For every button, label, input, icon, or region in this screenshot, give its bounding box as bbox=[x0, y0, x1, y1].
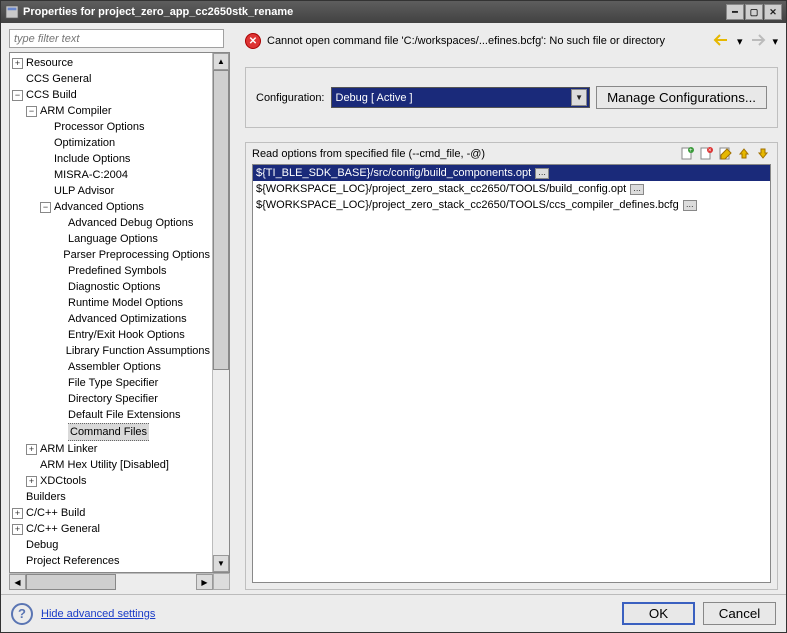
move-down-icon[interactable] bbox=[756, 146, 771, 161]
footer-bar: ? Hide advanced settings OK Cancel bbox=[1, 594, 786, 632]
cancel-button[interactable]: Cancel bbox=[703, 602, 776, 625]
ok-button[interactable]: OK bbox=[622, 602, 695, 625]
tree-item-selected[interactable]: Command Files bbox=[68, 423, 149, 441]
close-button[interactable]: ✕ bbox=[764, 4, 782, 20]
minimize-button[interactable]: ━ bbox=[726, 4, 744, 20]
list-label: Read options from specified file (--cmd_… bbox=[252, 148, 676, 160]
tree-item[interactable]: File Type Specifier bbox=[68, 375, 158, 391]
scroll-left-icon[interactable]: ◀ bbox=[9, 574, 26, 590]
tree-item[interactable]: Debug bbox=[26, 537, 58, 553]
manage-configurations-button[interactable]: Manage Configurations... bbox=[596, 86, 767, 109]
browse-button[interactable]: … bbox=[535, 168, 549, 179]
add-file-icon[interactable]: + bbox=[680, 146, 695, 161]
tree-item[interactable]: MISRA-C:2004 bbox=[54, 167, 128, 183]
tree-item[interactable]: Library Function Assumptions bbox=[66, 343, 210, 359]
vertical-scrollbar[interactable]: ▲ ▼ bbox=[212, 53, 229, 572]
tree-item[interactable]: C/C++ General bbox=[26, 521, 100, 537]
tree-item[interactable]: Processor Options bbox=[54, 119, 144, 135]
expand-icon[interactable]: + bbox=[12, 508, 23, 519]
browse-button[interactable]: … bbox=[683, 200, 697, 211]
forward-dropdown-icon[interactable]: ▾ bbox=[772, 35, 778, 48]
hide-advanced-link[interactable]: Hide advanced settings bbox=[41, 608, 155, 620]
scroll-thumb[interactable] bbox=[26, 574, 116, 590]
maximize-button[interactable]: ▢ bbox=[745, 4, 763, 20]
tree-item[interactable]: Advanced Optimizations bbox=[68, 311, 187, 327]
tree-item[interactable]: Builders bbox=[26, 489, 66, 505]
tree-item[interactable]: Default File Extensions bbox=[68, 407, 181, 423]
tree-item[interactable]: Include Options bbox=[54, 151, 130, 167]
resize-grip bbox=[213, 573, 230, 590]
tree-item[interactable]: Project References bbox=[26, 553, 120, 569]
expand-icon[interactable]: + bbox=[26, 444, 37, 455]
tree-item[interactable]: C/C++ Build bbox=[26, 505, 85, 521]
list-item[interactable]: ${WORKSPACE_LOC}/project_zero_stack_cc26… bbox=[253, 197, 770, 213]
tree-item[interactable]: CCS Build bbox=[26, 87, 77, 103]
right-panel: ✕ Cannot open command file 'C:/workspace… bbox=[239, 23, 786, 594]
collapse-icon[interactable]: − bbox=[26, 106, 37, 117]
error-icon: ✕ bbox=[245, 33, 261, 49]
tree-item[interactable]: ARM Compiler bbox=[40, 103, 112, 119]
tree-item[interactable]: ULP Advisor bbox=[54, 183, 114, 199]
browse-button[interactable]: … bbox=[630, 184, 644, 195]
tree-item[interactable]: Runtime Model Options bbox=[68, 295, 183, 311]
back-button[interactable] bbox=[713, 33, 731, 50]
filter-input[interactable] bbox=[9, 29, 224, 48]
window-title: Properties for project_zero_app_cc2650st… bbox=[23, 6, 722, 18]
scroll-down-icon[interactable]: ▼ bbox=[213, 555, 229, 572]
list-item[interactable]: ${TI_BLE_SDK_BASE}/src/config/build_comp… bbox=[253, 165, 770, 181]
tree-item[interactable]: ARM Linker bbox=[40, 441, 97, 457]
move-up-icon[interactable] bbox=[737, 146, 752, 161]
tree-item[interactable]: Advanced Debug Options bbox=[68, 215, 193, 231]
list-item[interactable]: ${WORKSPACE_LOC}/project_zero_stack_cc26… bbox=[253, 181, 770, 197]
scroll-right-icon[interactable]: ▶ bbox=[196, 574, 213, 590]
forward-button[interactable] bbox=[748, 33, 766, 50]
properties-tree[interactable]: +Resource CCS General −CCS Build −ARM Co… bbox=[10, 53, 212, 571]
horizontal-scrollbar[interactable]: ◀ ▶ bbox=[9, 573, 213, 590]
left-panel: +Resource CCS General −CCS Build −ARM Co… bbox=[1, 23, 234, 594]
tree-item[interactable]: ARM Hex Utility [Disabled] bbox=[40, 457, 169, 473]
app-icon bbox=[5, 5, 19, 19]
collapse-icon[interactable]: − bbox=[12, 90, 23, 101]
tree-item[interactable]: Language Options bbox=[68, 231, 158, 247]
tree-item[interactable]: Parser Preprocessing Options bbox=[63, 247, 210, 263]
remove-file-icon[interactable]: × bbox=[699, 146, 714, 161]
tree-item[interactable]: Directory Specifier bbox=[68, 391, 158, 407]
configuration-group: Configuration: Debug [ Active ] ▼ Manage… bbox=[245, 67, 778, 128]
tree-item[interactable]: Advanced Options bbox=[54, 199, 144, 215]
dropdown-icon[interactable]: ▼ bbox=[571, 89, 587, 106]
collapse-icon[interactable]: − bbox=[40, 202, 51, 213]
tree-item[interactable]: XDCtools bbox=[40, 473, 86, 489]
command-files-list[interactable]: ${TI_BLE_SDK_BASE}/src/config/build_comp… bbox=[252, 164, 771, 583]
svg-text:+: + bbox=[689, 148, 693, 154]
tree-item[interactable]: CCS General bbox=[26, 71, 91, 87]
configuration-value: Debug [ Active ] bbox=[336, 92, 413, 104]
error-message: Cannot open command file 'C:/workspaces/… bbox=[267, 35, 707, 47]
scroll-up-icon[interactable]: ▲ bbox=[213, 53, 229, 70]
expand-icon[interactable]: + bbox=[26, 476, 37, 487]
tree-item[interactable]: Entry/Exit Hook Options bbox=[68, 327, 185, 343]
list-item-text: ${WORKSPACE_LOC}/project_zero_stack_cc26… bbox=[256, 198, 679, 212]
svg-text:×: × bbox=[708, 148, 712, 154]
list-item-text: ${TI_BLE_SDK_BASE}/src/config/build_comp… bbox=[256, 166, 531, 180]
tree-item[interactable]: Assembler Options bbox=[68, 359, 161, 375]
tree-item[interactable]: Predefined Symbols bbox=[68, 263, 166, 279]
title-bar: Properties for project_zero_app_cc2650st… bbox=[1, 1, 786, 23]
tree-item[interactable]: Diagnostic Options bbox=[68, 279, 160, 295]
configuration-label: Configuration: bbox=[256, 92, 325, 104]
back-dropdown-icon[interactable]: ▾ bbox=[737, 35, 743, 48]
tree-item[interactable]: Optimization bbox=[54, 135, 115, 151]
edit-file-icon[interactable] bbox=[718, 146, 733, 161]
scroll-thumb[interactable] bbox=[213, 70, 229, 370]
configuration-select[interactable]: Debug [ Active ] ▼ bbox=[331, 87, 591, 108]
help-icon[interactable]: ? bbox=[11, 603, 33, 625]
list-item-text: ${WORKSPACE_LOC}/project_zero_stack_cc26… bbox=[256, 182, 626, 196]
tree-item[interactable]: Resource bbox=[26, 55, 73, 71]
expand-icon[interactable]: + bbox=[12, 524, 23, 535]
expand-icon[interactable]: + bbox=[12, 58, 23, 69]
